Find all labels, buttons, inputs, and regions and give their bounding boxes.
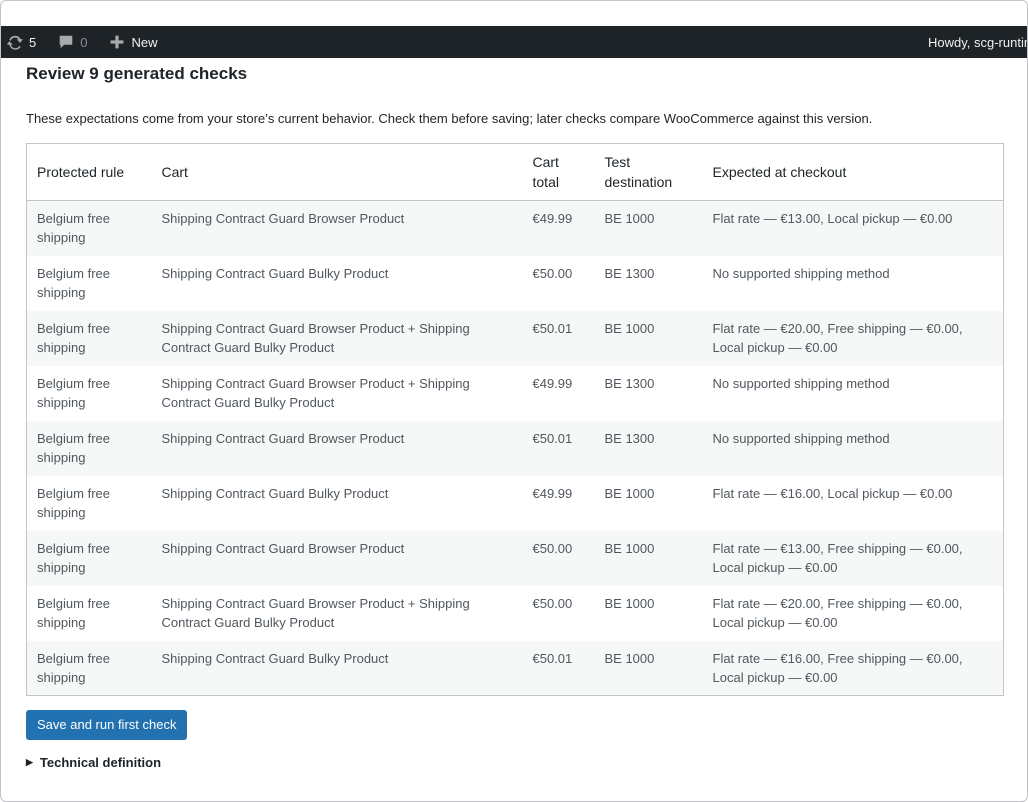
header-cart: Cart [151, 143, 523, 201]
table-row: Belgium free shipping Shipping Contract … [26, 310, 1004, 366]
table-row: Belgium free shipping Shipping Contract … [27, 366, 1004, 421]
cell-destination: BE 1000 [594, 310, 703, 366]
table-row: Belgium free shipping Shipping Contract … [26, 200, 1004, 256]
cell-cart: Shipping Contract Guard Browser Product [151, 200, 523, 256]
save-and-run-button[interactable]: Save and run first check [26, 710, 188, 740]
cell-total: €50.01 [522, 420, 595, 476]
cell-expected: Flat rate — €16.00, Free shipping — €0.0… [702, 640, 1004, 696]
cell-cart: Shipping Contract Guard Browser Product [151, 530, 523, 586]
cell-expected: Flat rate — €20.00, Free shipping — €0.0… [702, 310, 1004, 366]
table-row: Belgium free shipping Shipping Contract … [26, 530, 1004, 586]
technical-definition-label: Technical definition [39, 755, 162, 770]
cell-expected: No supported shipping method [712, 375, 890, 391]
page-description: These expectations come from your store’… [26, 111, 873, 126]
cell-expected: Flat rate — €13.00, Free shipping — €0.0… [702, 530, 1004, 586]
cell-cart: Shipping Contract Guard Browser Product … [161, 375, 470, 410]
cell-rule: Belgium free shipping [26, 310, 152, 366]
user-account-link[interactable]: Howdy, scg-runtin [928, 26, 1027, 58]
cell-expected: No supported shipping method [702, 420, 1004, 476]
page-title: Review 9 generated checks [26, 64, 248, 83]
cell-cart: Shipping Contract Guard Bulky Product [161, 485, 389, 501]
table-row: Belgium free shipping Shipping Contract … [27, 476, 1004, 531]
cell-destination: BE 1300 [604, 265, 655, 281]
table-row: Belgium free shipping Shipping Contract … [27, 256, 1004, 311]
new-content-link[interactable]: New [101, 26, 163, 58]
plus-icon [107, 32, 127, 52]
checks-table: Protected rule Cart Cart total Test dest… [26, 143, 1004, 696]
technical-definition-toggle[interactable]: ▶ Technical definition [26, 755, 1004, 770]
cell-total: €50.01 [522, 310, 595, 366]
cell-destination: BE 1300 [594, 420, 703, 476]
cell-rule: Belgium free shipping [26, 420, 152, 476]
cell-total: €50.01 [522, 640, 595, 696]
cell-cart: Shipping Contract Guard Browser Product [151, 420, 523, 476]
header-test-destination: Test destination [594, 143, 703, 201]
cell-total: €50.00 [532, 595, 573, 611]
cell-cart: Shipping Contract Guard Browser Product … [151, 310, 523, 366]
cell-destination: BE 1000 [594, 640, 703, 696]
table-row: Belgium free shipping Shipping Contract … [27, 586, 1004, 641]
cell-total: €49.99 [532, 485, 573, 501]
cell-expected: Flat rate — €13.00, Local pickup — €0.00 [702, 200, 1004, 256]
cell-total: €50.00 [532, 265, 573, 281]
cell-cart: Shipping Contract Guard Bulky Product [151, 640, 523, 696]
cell-rule: Belgium free shipping [26, 640, 152, 696]
window-frame: 5 0 New Howdy, scg-runtin Review 9 gener… [0, 0, 1028, 802]
refresh-icon [5, 32, 25, 52]
comments-link[interactable]: 0 [50, 26, 93, 58]
cell-total: €50.00 [522, 530, 595, 586]
cell-destination: BE 1000 [594, 200, 703, 256]
table-row: Belgium free shipping Shipping Contract … [26, 420, 1004, 476]
header-cart-total: Cart total [522, 143, 595, 201]
header-protected-rule: Protected rule [26, 143, 152, 201]
cell-rule: Belgium free shipping [37, 375, 110, 410]
cell-destination: BE 1000 [594, 530, 703, 586]
cell-rule: Belgium free shipping [26, 530, 152, 586]
cell-cart: Shipping Contract Guard Bulky Product [161, 265, 389, 281]
updates-count: 5 [29, 34, 37, 50]
new-label: New [131, 34, 158, 50]
cell-destination: BE 1300 [604, 375, 655, 391]
disclosure-triangle-icon: ▶ [26, 757, 33, 767]
cell-rule: Belgium free shipping [37, 595, 110, 630]
cell-destination: BE 1000 [604, 595, 655, 611]
table-header-row: Protected rule Cart Cart total Test dest… [26, 143, 1004, 201]
comments-count: 0 [80, 34, 88, 50]
cell-rule: Belgium free shipping [37, 485, 110, 520]
cell-destination: BE 1000 [604, 485, 655, 501]
cell-cart: Shipping Contract Guard Browser Product … [161, 595, 470, 630]
cell-expected: Flat rate — €16.00, Local pickup — €0.00 [712, 485, 953, 501]
cell-total: €49.99 [522, 200, 595, 256]
table-row: Belgium free shipping Shipping Contract … [26, 640, 1004, 696]
admin-bar: 5 0 New Howdy, scg-runtin [1, 26, 1027, 58]
cell-rule: Belgium free shipping [37, 265, 110, 300]
header-expected: Expected at checkout [702, 143, 1004, 201]
cell-total: €49.99 [532, 375, 573, 391]
cell-expected: Flat rate — €20.00, Free shipping — €0.0… [712, 595, 963, 630]
main-content: Review 9 generated checks These expectat… [26, 58, 1004, 770]
cell-rule: Belgium free shipping [26, 200, 152, 256]
updates-link[interactable]: 5 [1, 26, 42, 58]
cell-expected: No supported shipping method [712, 265, 890, 281]
comment-icon [56, 32, 76, 52]
